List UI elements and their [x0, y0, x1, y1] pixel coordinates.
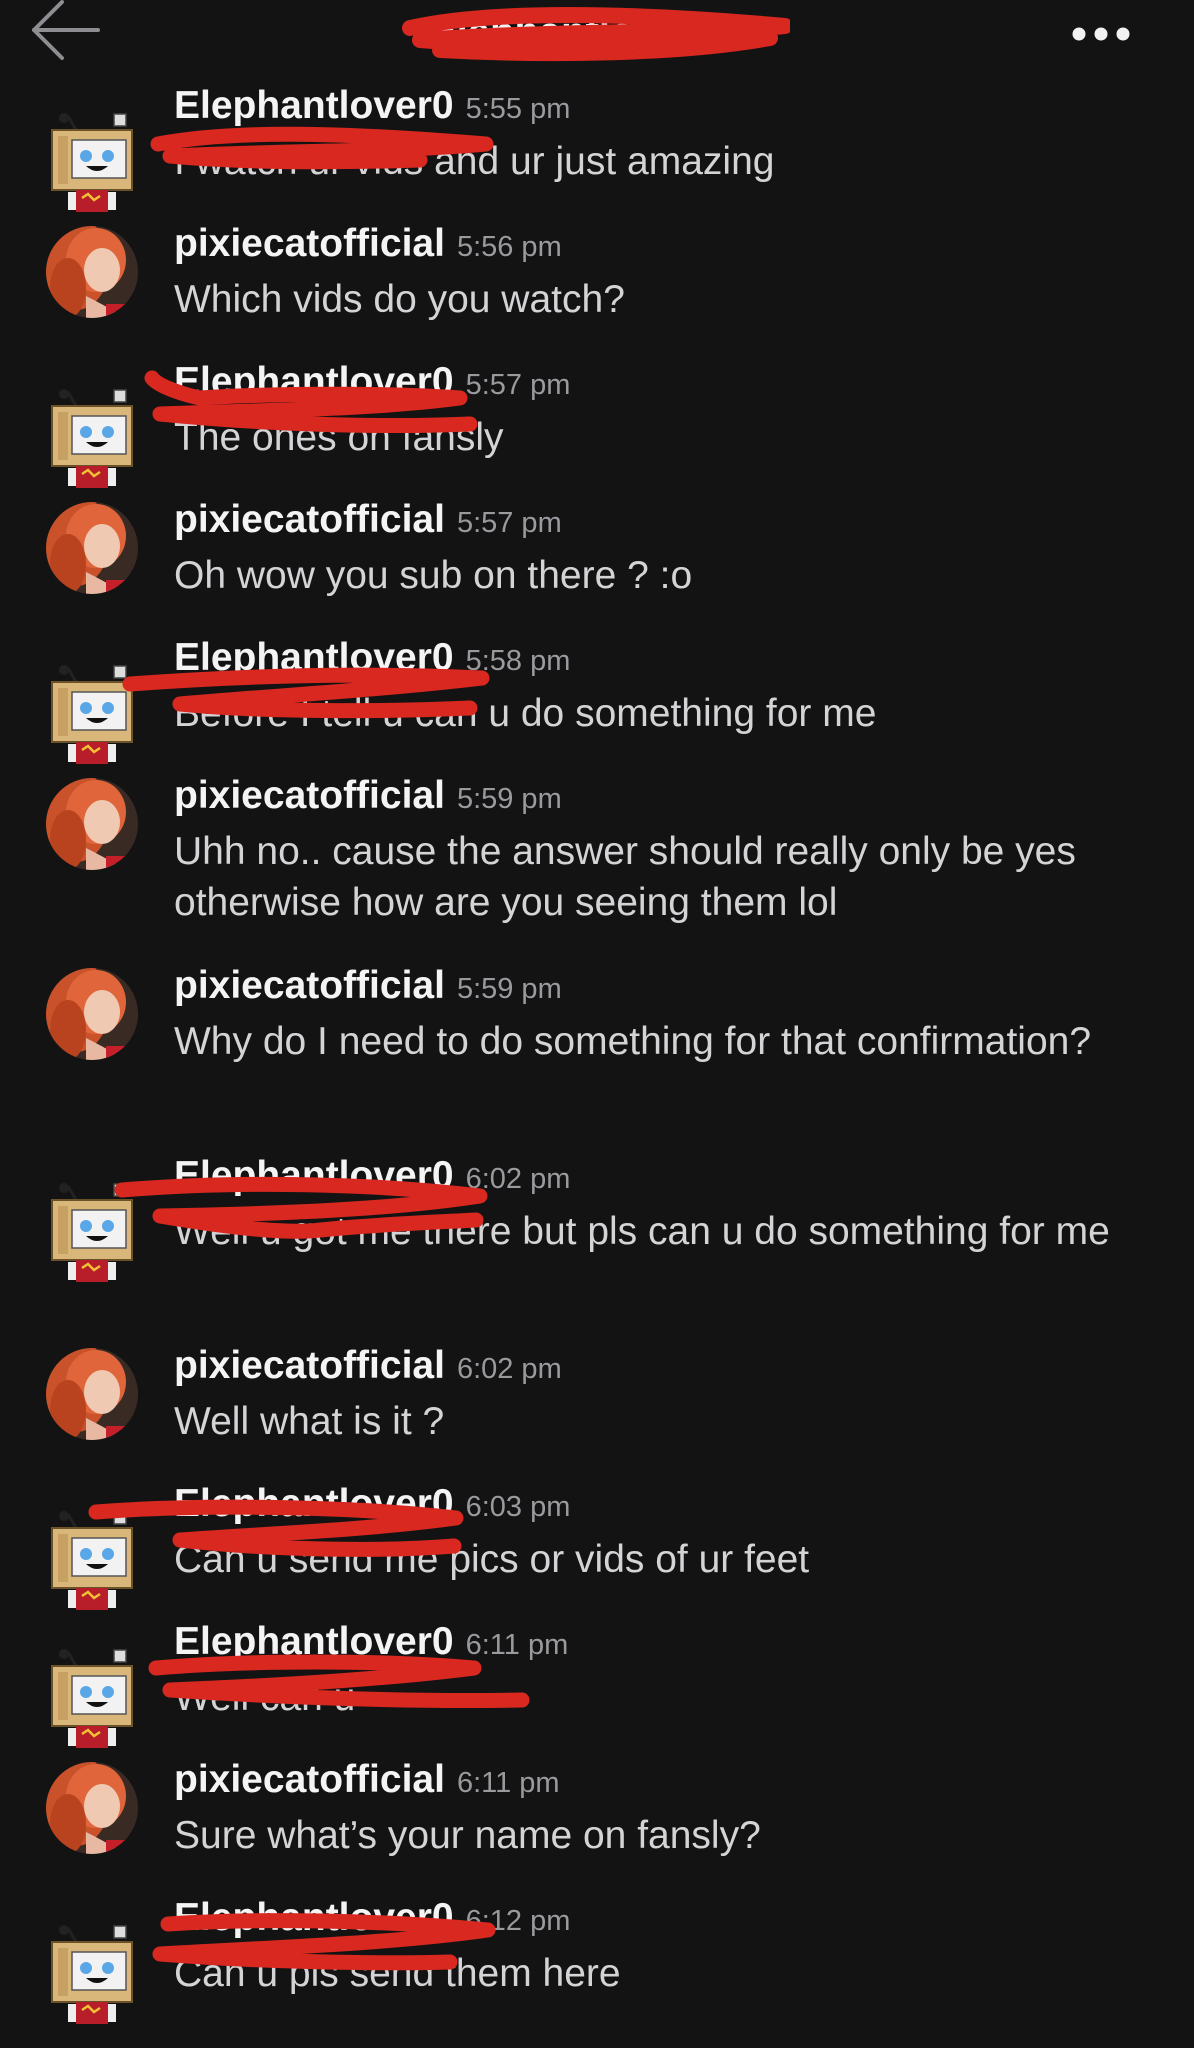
message-text: Before I tell u can u do something for m… — [174, 692, 877, 735]
message-timestamp: 6:12 pm — [465, 1905, 571, 1937]
sender-avatar-pixiecat[interactable] — [46, 778, 138, 870]
message-text: Well what is it ? — [174, 1400, 445, 1443]
message-timestamp: 5:57 pm — [456, 507, 562, 539]
message-item: Elephantlover0 6:11 pm Well can u — [0, 1620, 1194, 1748]
sender-name[interactable]: Elephantlover0 — [174, 1154, 454, 1197]
more-horizontal-icon — [1072, 27, 1130, 41]
message-header: Elephantlover0 6:12 pm — [174, 1896, 570, 1948]
message-text: Sure what’s your name on fansly? — [174, 1814, 761, 1857]
message-timestamp: 5:58 pm — [465, 645, 571, 677]
message-text: Oh wow you sub on there ? :o — [174, 554, 693, 597]
message-header: Elephantlover0 6:11 pm — [174, 1620, 568, 1672]
message-header: pixiecatofficial 5:59 pm — [174, 964, 562, 1016]
message-item: Elephantlover0 6:12 pm Can u pls send them… — [0, 1896, 1194, 2024]
message-header: pixiecatofficial 6:02 pm — [174, 1344, 562, 1396]
message-timestamp: 6:11 pm — [456, 1767, 560, 1799]
sender-name[interactable]: pixiecatofficial — [174, 222, 445, 265]
message-text: Well u got me there but pls can u do som… — [174, 1210, 1110, 1253]
message-item: pixiecatofficial 5:59 pm Uhh no.. cause th… — [0, 774, 1194, 928]
sender-avatar-pixiecat[interactable] — [46, 1762, 138, 1854]
message-item: Elephantlover0 5:58 pm Before I tell u can… — [0, 636, 1194, 764]
sender-name[interactable]: Elephantlover0 — [174, 1896, 454, 1939]
sender-avatar-robot[interactable] — [42, 112, 134, 212]
message-item: pixiecatofficial 5:59 pm Why do I need to … — [0, 964, 1194, 1118]
message-timestamp: 5:55 pm — [465, 93, 571, 125]
sender-avatar-robot[interactable] — [42, 1924, 134, 2024]
message-text: Why do I need to do something for that c… — [174, 1020, 1092, 1063]
sender-name[interactable]: Elephantlover0 — [174, 636, 454, 679]
message-text: The ones on fansly — [174, 416, 504, 459]
message-header: pixiecatofficial 5:59 pm — [174, 774, 562, 826]
sender-name[interactable]: Elephantlover0 — [174, 360, 454, 403]
message-timestamp: 6:03 pm — [465, 1491, 571, 1523]
sender-avatar-pixiecat[interactable] — [46, 226, 138, 318]
message-text: Well can u — [174, 1676, 356, 1719]
sender-avatar-robot[interactable] — [42, 664, 134, 764]
sender-name[interactable]: pixiecatofficial — [174, 964, 445, 1007]
message-timestamp: 5:59 pm — [456, 783, 562, 815]
message-header: Elephantlover0 5:57 pm — [174, 360, 570, 412]
message-header: pixiecatofficial 5:56 pm — [174, 222, 562, 274]
sender-avatar-robot[interactable] — [42, 1648, 134, 1748]
more-options-button[interactable] — [1066, 14, 1136, 54]
message-timestamp: 5:57 pm — [465, 369, 571, 401]
message-header: Elephantlover0 6:02 pm — [174, 1154, 570, 1206]
sender-avatar-pixiecat[interactable] — [46, 968, 138, 1060]
message-text: Uhh no.. cause the answer should really … — [174, 830, 1076, 924]
sender-avatar-robot[interactable] — [42, 1510, 134, 1610]
message-text: Which vids do you watch? — [174, 278, 625, 321]
message-header: pixiecatofficial 6:11 pm — [174, 1758, 560, 1810]
message-text: Can u pls send them here — [174, 1952, 621, 1995]
sender-name[interactable]: Elephantlover0 — [174, 1620, 454, 1663]
sender-avatar-robot[interactable] — [42, 388, 134, 488]
message-header: Elephantlover0 5:55 pm — [174, 84, 570, 136]
sender-name[interactable]: Elephantlover0 — [174, 1482, 454, 1525]
sender-avatar-robot[interactable] — [42, 1182, 134, 1282]
sender-name[interactable]: pixiecatofficial — [174, 498, 445, 541]
sender-avatar-pixiecat[interactable] — [46, 1348, 138, 1440]
arrow-left-icon — [32, 0, 100, 60]
message-timestamp: 6:02 pm — [465, 1163, 571, 1195]
message-item: Elephantlover0 6:03 pm Can u send me pics … — [0, 1482, 1194, 1610]
message-timestamp: 5:56 pm — [456, 231, 562, 263]
sender-name[interactable]: Elephantlover0 — [174, 84, 454, 127]
message-timestamp: 5:59 pm — [456, 973, 562, 1005]
message-item: pixiecatofficial 5:57 pm Oh wow you sub on… — [0, 498, 1194, 601]
message-timestamp: 6:11 pm — [465, 1629, 569, 1661]
chat-header: Elephantlover0 — [0, 0, 1194, 70]
message-item: Elephantlover0 5:55 pm I watch ur vids and… — [0, 84, 1194, 212]
message-item: pixiecatofficial 5:56 pm Which vids do you… — [0, 222, 1194, 325]
message-item: pixiecatofficial 6:02 pm Well what is it ? — [0, 1344, 1194, 1447]
sender-avatar-pixiecat[interactable] — [46, 502, 138, 594]
message-text: I watch ur vids and ur just amazing — [174, 140, 775, 183]
message-item: Elephantlover0 6:02 pm Well u got me there… — [0, 1154, 1194, 1308]
message-timestamp: 6:02 pm — [456, 1353, 562, 1385]
sender-name[interactable]: pixiecatofficial — [174, 1758, 445, 1801]
message-header: Elephantlover0 5:58 pm — [174, 636, 570, 688]
chat-title-text: Elephantlover0 — [430, 10, 717, 54]
message-item: pixiecatofficial 6:11 pm Sure what’s your … — [0, 1758, 1194, 1861]
message-item: Elephantlover0 5:57 pm The ones on fansly — [0, 360, 1194, 488]
back-button[interactable] — [30, 0, 102, 64]
chat-title: Elephantlover0 — [400, 4, 790, 62]
sender-name[interactable]: pixiecatofficial — [174, 774, 445, 817]
message-header: pixiecatofficial 5:57 pm — [174, 498, 562, 550]
message-text: Can u send me pics or vids of ur feet — [174, 1538, 810, 1581]
message-header: Elephantlover0 6:03 pm — [174, 1482, 570, 1534]
sender-name[interactable]: pixiecatofficial — [174, 1344, 445, 1387]
